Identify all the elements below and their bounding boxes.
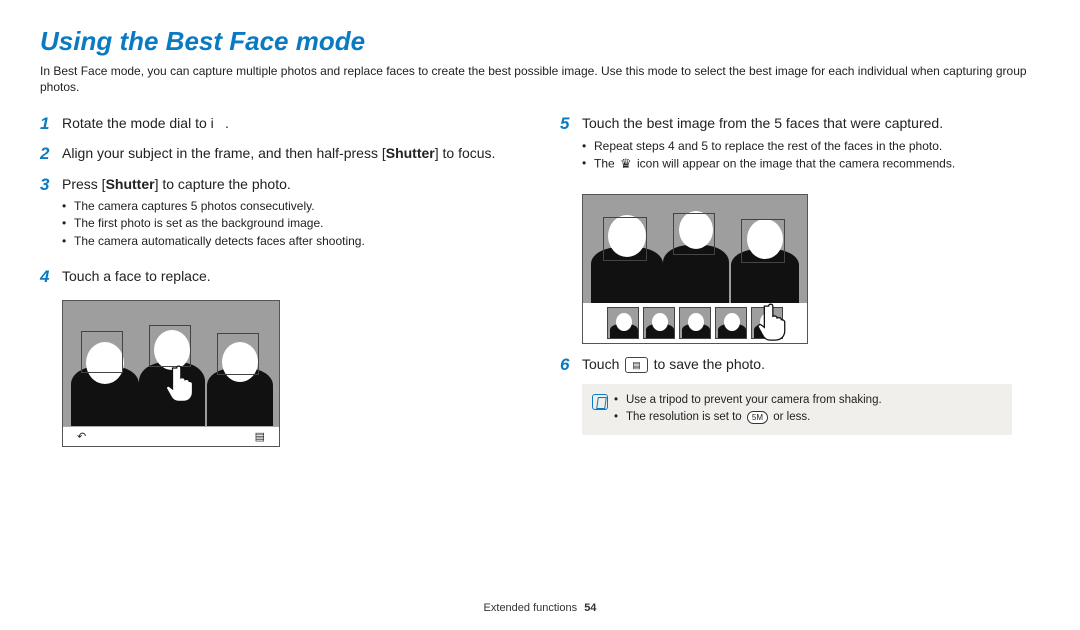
note-box: Use a tripod to prevent your camera from… [582, 384, 1012, 435]
step-2: 2 Align your subject in the frame, and t… [40, 143, 520, 165]
face-frame [673, 213, 715, 255]
step-text: Touch ▤ to save the photo. [582, 354, 1040, 376]
step-number: 5 [560, 113, 582, 182]
step-6: 6 Touch ▤ to save the photo. [560, 354, 1040, 376]
note-item: Use a tripod to prevent your camera from… [614, 392, 882, 409]
step-5: 5 Touch the best image from the 5 faces … [560, 113, 1040, 182]
face-thumbnail [715, 307, 747, 339]
step-4: 4 Touch a face to replace. [40, 266, 520, 288]
text-frag: to save the photo. [650, 356, 765, 372]
step-number: 1 [40, 113, 62, 135]
step-number: 3 [40, 174, 62, 258]
shutter-label: Shutter [106, 176, 155, 192]
note-icon [592, 394, 608, 410]
bullet-item: The first photo is set as the background… [62, 215, 520, 232]
note-item: The resolution is set to 5M or less. [614, 409, 882, 426]
save-icon: ▤ [625, 357, 648, 373]
bullet-item: The camera automatically detects faces a… [62, 233, 520, 250]
step-number: 6 [560, 354, 582, 376]
bullet-item: The camera captures 5 photos consecutive… [62, 198, 520, 215]
face-frame [741, 219, 785, 263]
resolution-pill: 5M [747, 411, 768, 424]
crown-icon: ♛ [620, 155, 632, 174]
page-number: 54 [584, 602, 596, 614]
bullet-item: Repeat steps 4 and 5 to replace the rest… [582, 138, 1040, 155]
step-text: Rotate the mode dial to i . [62, 113, 520, 135]
figure-touch-face: ↶ ▤ [62, 300, 280, 447]
step-3: 3 Press [Shutter] to capture the photo. … [40, 174, 520, 258]
figure-select-best-face [582, 194, 808, 344]
save-icon: ▤ [255, 430, 265, 443]
step-text: Press [Shutter] to capture the photo. Th… [62, 174, 520, 258]
right-column: 5 Touch the best image from the 5 faces … [560, 113, 1040, 447]
left-column: 1 Rotate the mode dial to i . 2 Align yo… [40, 113, 520, 447]
bullet-item: The ♛ icon will appear on the image that… [582, 155, 1040, 174]
back-icon: ↶ [77, 430, 86, 443]
step-text: Align your subject in the frame, and the… [62, 143, 520, 165]
figure-toolbar: ↶ ▤ [63, 426, 279, 446]
text-frag: Touch the best image from the 5 faces th… [582, 115, 943, 131]
face-frame [149, 325, 191, 367]
text-frag: The resolution is set to [626, 411, 745, 423]
text-frag: Press [ [62, 176, 106, 192]
face-thumbnail [643, 307, 675, 339]
face-frame [81, 331, 123, 373]
step-number: 4 [40, 266, 62, 288]
step-1: 1 Rotate the mode dial to i . [40, 113, 520, 135]
page-title: Using the Best Face mode [40, 26, 1040, 57]
touch-hand-icon [163, 363, 197, 403]
face-frame [217, 333, 259, 375]
text-frag: Align your subject in the frame, and the… [62, 145, 386, 161]
text-frag: ] to capture the photo. [155, 176, 291, 192]
touch-hand-icon [755, 301, 789, 341]
text-frag: or less. [770, 411, 810, 423]
section-label: Extended functions [484, 602, 578, 614]
photo-area [63, 301, 279, 426]
text-frag: ] to focus. [435, 145, 496, 161]
face-thumbnail [607, 307, 639, 339]
page-footer: Extended functions 54 [0, 602, 1080, 614]
photo-area [583, 195, 807, 303]
shutter-label: Shutter [386, 145, 435, 161]
step-text: Touch a face to replace. [62, 266, 520, 288]
step-text: Touch the best image from the 5 faces th… [582, 113, 1040, 182]
text-frag: icon will appear on the image that the c… [634, 157, 956, 171]
text-frag: Touch [582, 356, 623, 372]
face-thumbnail [679, 307, 711, 339]
text-frag: The [594, 157, 618, 171]
step-number: 2 [40, 143, 62, 165]
face-frame [603, 217, 647, 261]
intro-text: In Best Face mode, you can capture multi… [40, 63, 1040, 95]
